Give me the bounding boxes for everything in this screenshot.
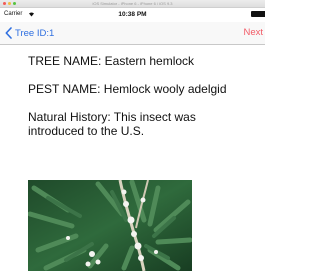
status-time: 10:38 PM bbox=[118, 11, 147, 18]
back-button[interactable]: Tree ID:1 bbox=[5, 26, 54, 40]
app-screen: iOS Simulator - iPhone 6 - iPhone 6 / iO… bbox=[0, 0, 265, 271]
back-button-label: Tree ID:1 bbox=[15, 27, 55, 39]
next-button[interactable]: Next bbox=[243, 26, 263, 40]
tree-detail-content: TREE NAME: Eastern hemlock PEST NAME: He… bbox=[28, 54, 238, 152]
pest-name-text: PEST NAME: Hemlock wooly adelgid bbox=[28, 82, 227, 96]
simulator-titlebar: iOS Simulator - iPhone 6 - iPhone 6 / iO… bbox=[0, 0, 265, 8]
tree-name-text: TREE NAME: Eastern hemlock bbox=[28, 54, 195, 68]
status-bar: Carrier 10:38 PM bbox=[0, 8, 265, 22]
simulator-window-title: iOS Simulator - iPhone 6 - iPhone 6 / iO… bbox=[92, 1, 173, 6]
pest-photo bbox=[28, 180, 192, 271]
battery-icon bbox=[251, 11, 265, 17]
navigation-bar: Tree ID:1 Next bbox=[0, 22, 265, 45]
hemlock-adelgid-image bbox=[28, 180, 192, 271]
natural-history-text: Natural History: This insect was introdu… bbox=[28, 110, 196, 138]
chevron-left-icon bbox=[5, 27, 12, 39]
